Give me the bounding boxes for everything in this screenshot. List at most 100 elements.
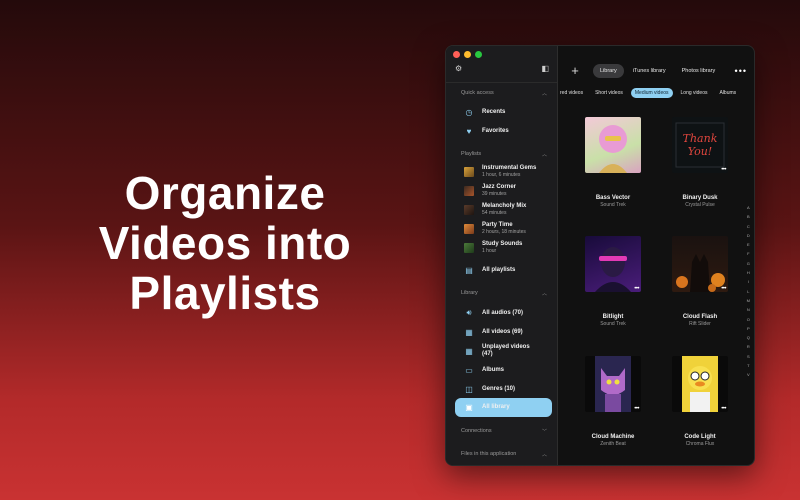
section-library[interactable]: Library ︿ xyxy=(461,290,547,297)
minimize-window-button[interactable] xyxy=(464,51,471,58)
playlist-item[interactable]: Melancholy Mix 54 minutes xyxy=(464,203,551,217)
media-artist: Rift Slider xyxy=(689,321,711,327)
index-letter[interactable]: F xyxy=(747,249,749,258)
media-card[interactable]: ••• Cloud Flash Rift Slider xyxy=(660,236,740,327)
filter-chip[interactable]: Short videos xyxy=(591,88,627,98)
chevron-down-icon[interactable]: ﹀ xyxy=(542,428,547,435)
media-card[interactable]: ••• Bitlight Sound Trek xyxy=(573,236,653,327)
filter-chip[interactable]: Albums xyxy=(715,88,740,98)
sidebar-item-label: Favorites xyxy=(482,127,509,134)
media-artist: Crystal Pulse xyxy=(685,202,715,208)
filter-chip[interactable]: red videos xyxy=(558,88,587,98)
chevron-up-icon[interactable]: ︿ xyxy=(542,451,547,458)
playlist-duration: 1 hour xyxy=(482,248,497,254)
sidebar-toggle-icon[interactable]: ◧ xyxy=(541,64,549,73)
more-options-icon[interactable]: ••• xyxy=(721,286,726,292)
media-title: Bass Vector xyxy=(595,195,631,201)
chevron-up-icon[interactable]: ︿ xyxy=(542,151,547,158)
close-window-button[interactable] xyxy=(453,51,460,58)
media-title: Cloud Flash xyxy=(682,314,718,320)
sidebar-item-recents[interactable]: ◷ Recents xyxy=(464,107,551,117)
section-quick-access[interactable]: Quick access ︿ xyxy=(461,90,547,97)
sidebar-item-all-library[interactable]: ▣ All library xyxy=(455,398,552,417)
section-title: Connections xyxy=(461,428,492,434)
sidebar-item-albums[interactable]: ▭ Albums xyxy=(464,365,551,375)
sidebar-item-all-videos[interactable]: ▦ All videos (69) xyxy=(464,327,551,337)
film-icon: ▦ xyxy=(465,327,473,337)
filter-chip-active[interactable]: Medium videos xyxy=(630,88,673,98)
media-card[interactable]: ••• Cloud Machine Zenith Beat xyxy=(573,356,653,447)
sidebar-item-favorites[interactable]: ♥ Favorites xyxy=(464,126,551,136)
index-letter[interactable]: P xyxy=(747,324,750,333)
zoom-window-button[interactable] xyxy=(475,51,482,58)
section-playlists[interactable]: Playlists ︿ xyxy=(461,151,547,158)
playlist-label: Jazz Corner 39 minutes xyxy=(482,184,516,198)
add-button[interactable]: + xyxy=(565,61,585,81)
playlist-item[interactable]: Instrumental Gems 1 hour, 6 minutes xyxy=(464,165,551,179)
sidebar-item-unplayed-videos[interactable]: ▦ Unplayed videos (47) xyxy=(464,344,551,358)
index-letter[interactable]: Q xyxy=(747,333,750,342)
index-letter[interactable]: E xyxy=(747,240,750,249)
segment-library[interactable]: Library xyxy=(593,64,624,78)
sidebar-item-all-playlists[interactable]: ▤ All playlists xyxy=(464,265,551,275)
headline-line-2: Videos into xyxy=(98,217,352,269)
playlist-name: Jazz Corner xyxy=(482,184,517,190)
playlist-name: Study Sounds xyxy=(482,241,523,247)
index-letter[interactable]: C xyxy=(747,222,750,231)
chevron-up-icon[interactable]: ︿ xyxy=(542,90,547,97)
index-letter[interactable]: R xyxy=(747,342,750,351)
media-title: Code Light xyxy=(684,434,716,440)
index-letter[interactable]: G xyxy=(747,259,750,268)
segment-itunes-library[interactable]: iTunes library xyxy=(626,64,673,78)
media-artist: Sound Trek xyxy=(600,321,626,327)
playlist-item[interactable]: Study Sounds 1 hour xyxy=(464,241,551,255)
playlist-thumbnail xyxy=(464,186,474,196)
playlist-item[interactable]: Jazz Corner 39 minutes xyxy=(464,184,551,198)
more-options-icon[interactable]: ••• xyxy=(634,286,639,292)
playlist-thumbnail xyxy=(464,224,474,234)
artwork-image xyxy=(595,247,631,292)
more-options-icon[interactable]: ••• xyxy=(721,167,726,173)
more-options-icon[interactable]: ••• xyxy=(634,406,639,412)
index-letter[interactable]: L xyxy=(747,287,749,296)
playlist-label: Instrumental Gems 1 hour, 6 minutes xyxy=(482,165,536,179)
more-options-icon[interactable]: ••• xyxy=(721,406,726,412)
index-letter[interactable]: M xyxy=(747,296,750,305)
index-letter[interactable]: S xyxy=(747,352,750,361)
more-button[interactable]: ••• xyxy=(735,66,747,76)
toolbar: + Library iTunes library Photos library … xyxy=(558,60,754,82)
artwork: ••• xyxy=(672,356,728,412)
index-letter[interactable]: T xyxy=(747,361,749,370)
index-letter[interactable]: H xyxy=(747,268,750,277)
sidebar-item-genres[interactable]: ◫ Genres (10) xyxy=(464,384,551,394)
media-card[interactable]: ••• Code Light Chroma Flux xyxy=(660,356,740,447)
media-grid: Bass Vector Sound Trek Thank You! ••• Bi… xyxy=(558,106,740,465)
media-artist: Zenith Beat xyxy=(600,441,626,447)
section-connections[interactable]: Connections ﹀ xyxy=(461,428,547,435)
section-files[interactable]: Files in this application ︿ xyxy=(461,451,547,458)
index-letter[interactable]: V xyxy=(747,370,750,379)
chevron-up-icon[interactable]: ︿ xyxy=(542,290,547,297)
filter-chip[interactable]: Long videos xyxy=(677,88,712,98)
index-letter[interactable]: A xyxy=(747,203,750,212)
media-title: Cloud Machine xyxy=(591,434,635,440)
media-card[interactable]: Bass Vector Sound Trek xyxy=(573,117,653,208)
playlist-label: Party Time 2 hours, 18 minutes xyxy=(482,222,526,236)
index-letter[interactable]: O xyxy=(747,315,750,324)
index-letter[interactable]: D xyxy=(747,231,750,240)
sidebar-item-all-audios[interactable]: 🔊︎ All audios (70) xyxy=(464,308,551,318)
playlist-item[interactable]: Party Time 2 hours, 18 minutes xyxy=(464,222,551,236)
segment-photos-library[interactable]: Photos library xyxy=(675,64,723,78)
index-letter[interactable]: B xyxy=(747,212,750,221)
settings-icon[interactable]: ⚙ xyxy=(455,64,462,73)
media-card[interactable]: Thank You! ••• Binary Dusk Crystal Pulse xyxy=(660,117,740,208)
artwork-text: You! xyxy=(688,145,712,158)
artwork: ••• xyxy=(585,236,641,292)
index-letter[interactable]: N xyxy=(747,305,750,314)
sidebar-item-label: All audios (70) xyxy=(482,309,524,316)
index-letter[interactable]: I xyxy=(748,277,749,286)
guitar-icon: ◫ xyxy=(465,384,473,394)
sidebar: ⚙ ◧ Quick access ︿ ◷ Recents ♥ Favorites… xyxy=(446,46,558,465)
sidebar-item-label: Genres (10) xyxy=(482,385,516,392)
alphabet-index[interactable]: A B C D E F G H I L M N O P Q R S T V xyxy=(747,203,750,380)
